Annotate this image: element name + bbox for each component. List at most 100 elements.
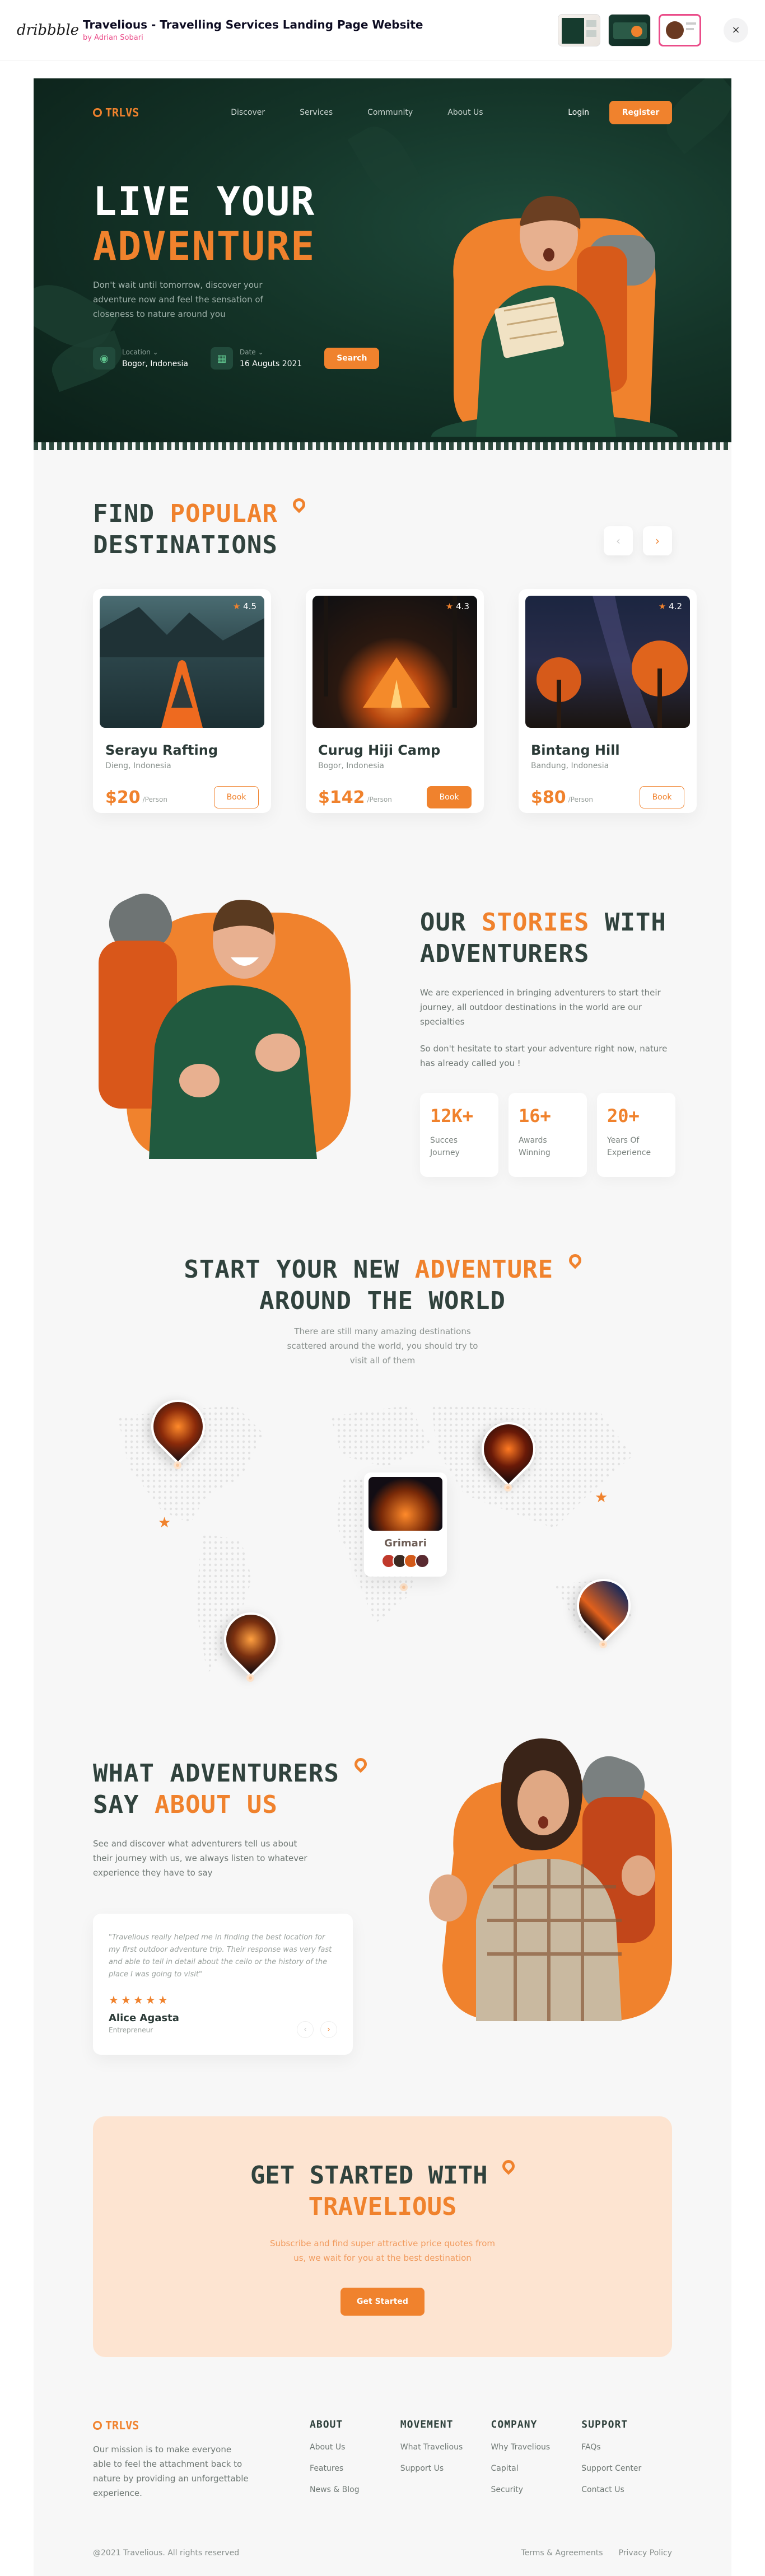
- destination-image: ★ 4.3: [312, 596, 477, 728]
- price-unit: /Person: [367, 796, 392, 803]
- close-button[interactable]: ×: [724, 17, 748, 43]
- map-pin-icon: [500, 2157, 517, 2175]
- popular-title-b: POPULAR: [170, 499, 278, 528]
- map-location-dot: [174, 1461, 181, 1469]
- author-link[interactable]: Adrian Sobari: [94, 34, 143, 42]
- book-button[interactable]: Book: [427, 786, 472, 808]
- stat-label: Years Of Experience: [607, 1136, 651, 1157]
- book-button[interactable]: Book: [640, 786, 684, 808]
- search-button[interactable]: Search: [324, 348, 380, 369]
- register-button[interactable]: Register: [609, 101, 672, 124]
- leaf-decoration: [347, 117, 426, 208]
- testimonial-next-button[interactable]: ›: [320, 2021, 337, 2038]
- stories-title-c: WITH: [604, 908, 666, 937]
- hero-section: TRLVS Discover Services Community About …: [34, 78, 731, 448]
- brand-logo[interactable]: TRLVS: [93, 106, 139, 119]
- footer-link[interactable]: About Us: [310, 2443, 400, 2452]
- carousel-next-button[interactable]: ›: [643, 526, 672, 555]
- star-rating-icon: ★★★★★: [109, 1993, 170, 2007]
- book-button[interactable]: Book: [214, 786, 259, 808]
- footer-col-title: ABOUT: [310, 2419, 343, 2430]
- hero-title: LIVE YOUR ADVENTURE: [93, 179, 315, 269]
- star-icon: ★: [658, 601, 666, 611]
- destination-card[interactable]: ★ 4.2 Bintang Hill Bandung, Indonesia $8…: [519, 589, 697, 813]
- nav-link-discover[interactable]: Discover: [231, 108, 265, 117]
- testimonial-prev-button[interactable]: ‹: [297, 2021, 314, 2038]
- rating-badge: ★ 4.5: [233, 601, 256, 611]
- hero-subtitle: Don't wait until tomorrow, discover your…: [93, 280, 263, 319]
- destination-card[interactable]: ★ 4.5 Serayu Rafting Dieng, Indonesia $2…: [93, 589, 271, 813]
- footer-link[interactable]: Features: [310, 2464, 400, 2473]
- logo-icon: [93, 108, 102, 117]
- footer-link[interactable]: News & Blog: [310, 2485, 400, 2494]
- map-pin-icon: [352, 1755, 370, 1773]
- worldmap-subtitle: There are still many amazing destination…: [287, 1326, 478, 1366]
- nav-link-about[interactable]: About Us: [447, 108, 483, 117]
- get-started-button[interactable]: Get Started: [340, 2288, 425, 2316]
- thumbnail-2[interactable]: [608, 13, 651, 46]
- location-field[interactable]: ◉ Location ⌄ Bogor, Indonesia: [93, 347, 188, 370]
- destination-card[interactable]: ★ 4.3 Curug Hiji Camp Bogor, Indonesia $…: [306, 589, 484, 813]
- privacy-link[interactable]: Privacy Policy: [619, 2549, 672, 2558]
- login-link[interactable]: Login: [568, 108, 589, 117]
- footer-link[interactable]: What Travelious: [400, 2443, 491, 2452]
- dribbble-logo[interactable]: dribbble: [17, 22, 79, 39]
- testimonial-title: WHAT ADVENTURERS SAY ABOUT US: [93, 1755, 370, 1821]
- landing-page-canvas: TRLVS Discover Services Community About …: [34, 78, 731, 2576]
- tent-image: [324, 596, 457, 708]
- destination-location: Dieng, Indonesia: [105, 761, 171, 770]
- card-footer: $80 /Person Book: [531, 786, 684, 808]
- card-footer: $142 /Person Book: [318, 786, 472, 808]
- footer-link[interactable]: Support Center: [581, 2464, 672, 2473]
- cta-title-a: GET STARTED WITH: [250, 2161, 488, 2190]
- featured-destination-card[interactable]: Grimari: [364, 1472, 447, 1577]
- footer-link[interactable]: Why Travelious: [491, 2443, 582, 2452]
- popular-title-a: FIND: [93, 499, 155, 528]
- thumbnail-3[interactable]: [659, 13, 701, 46]
- footer-link[interactable]: Support Us: [400, 2464, 491, 2473]
- testimonial-card: "Travelious really helped me in finding …: [93, 1914, 353, 2055]
- dribbble-header: dribbble Travelious - Travelling Service…: [0, 0, 765, 60]
- carousel-prev-button[interactable]: ‹: [604, 526, 633, 555]
- testimonial-subtitle: See and discover what adventurers tell u…: [93, 1839, 307, 1878]
- popular-section-title: FIND POPULAR DESTINATIONS: [93, 495, 308, 561]
- stat-number: 16+: [519, 1105, 551, 1126]
- footer-link[interactable]: Capital: [491, 2464, 582, 2473]
- nav-link-community[interactable]: Community: [367, 108, 413, 117]
- date-value: 16 Auguts 2021: [239, 359, 302, 368]
- rating-value: 4.3: [456, 601, 469, 611]
- terms-link[interactable]: Terms & Agreements: [521, 2549, 603, 2558]
- nav-link-services[interactable]: Services: [300, 108, 333, 117]
- visitor-avatars: [368, 1554, 442, 1568]
- stat-card: 16+ Awards Winning: [509, 1093, 587, 1177]
- calendar-icon: ▦: [210, 347, 233, 370]
- hero-title-line1: LIVE YOUR: [93, 179, 316, 225]
- worldmap-title-b: ADVENTURE: [414, 1255, 554, 1284]
- destination-cards: ★ 4.5 Serayu Rafting Dieng, Indonesia $2…: [93, 589, 697, 813]
- date-field[interactable]: ▦ Date ⌄ 16 Auguts 2021: [210, 347, 302, 370]
- footer-link[interactable]: Security: [491, 2485, 582, 2494]
- worldmap-title: START YOUR NEW ADVENTURE AROUND THE WORL…: [34, 1251, 731, 1317]
- testimonial-title-b: SAY: [93, 1790, 139, 1819]
- testimonial-arrows: ‹ ›: [297, 2021, 337, 2038]
- shot-thumbnails: [558, 13, 701, 46]
- footer-link[interactable]: Contact Us: [581, 2485, 672, 2494]
- footer-col-title: MOVEMENT: [400, 2419, 454, 2430]
- testimonial-quote: "Travelious really helped me in finding …: [109, 1933, 332, 1979]
- logo-text: TRLVS: [105, 2419, 139, 2432]
- cta-title-b: TRAVELIOUS: [308, 2192, 457, 2221]
- featured-destination-name: Grimari: [384, 1537, 427, 1549]
- stats-row: 12K+ Succes Journey 16+ Awards Winning 20+…: [420, 1093, 683, 1177]
- stories-title: OUR STORIES WITH ADVENTURERS: [420, 907, 683, 970]
- footer-logo[interactable]: TRLVS: [93, 2419, 310, 2432]
- footer-mission: Our mission is to make everyone able to …: [93, 2444, 249, 2498]
- thumbnail-1[interactable]: [558, 13, 600, 46]
- destination-name: Bintang Hill: [531, 742, 620, 758]
- map-location-dot: [599, 1640, 607, 1648]
- destination-price: $80: [531, 787, 566, 807]
- thumbnail-preview-icon: [562, 17, 596, 44]
- destination-name: Serayu Rafting: [105, 742, 218, 758]
- rating-badge: ★ 4.2: [659, 601, 682, 611]
- stories-title-b: STORIES: [481, 908, 590, 937]
- footer-link[interactable]: FAQs: [581, 2443, 672, 2452]
